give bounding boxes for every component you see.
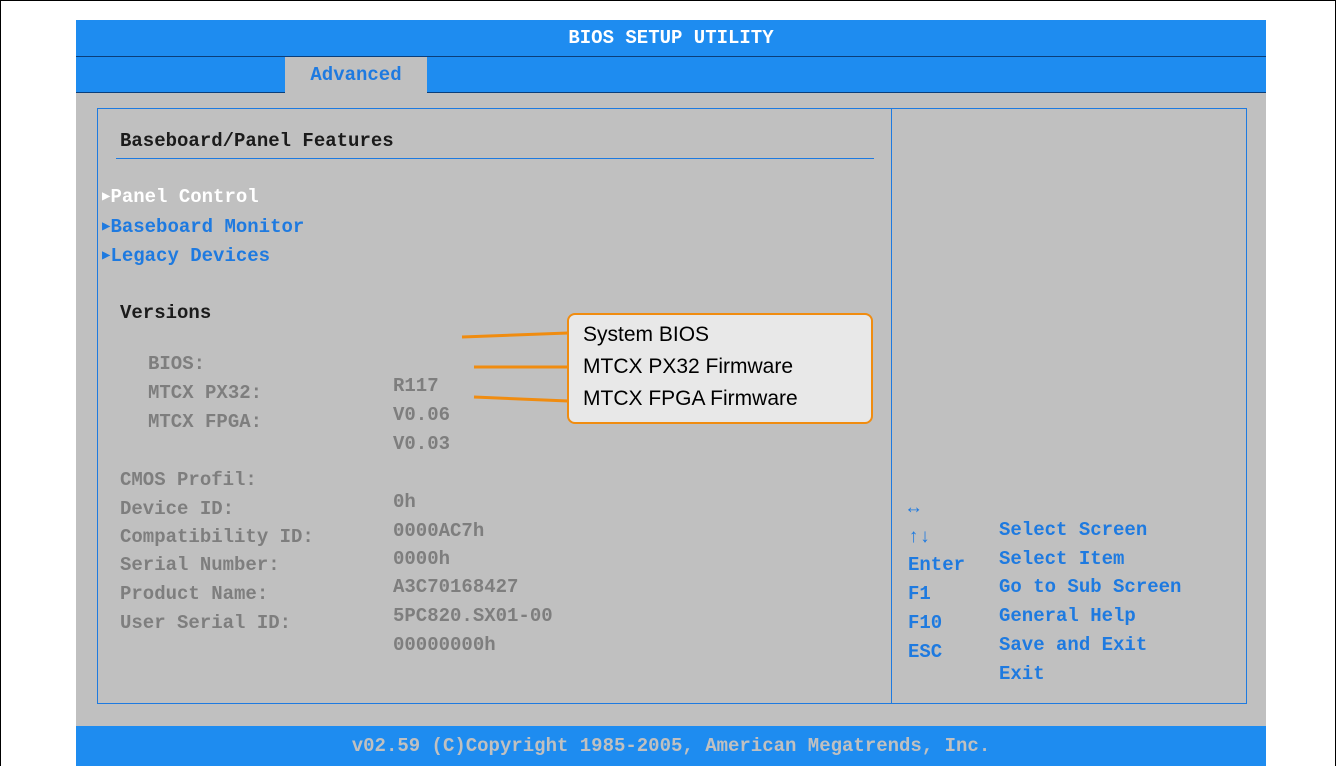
section-divider bbox=[116, 158, 874, 159]
copyright-footer: v02.59 (C)Copyright 1985-2005, American … bbox=[76, 726, 1266, 766]
versions-heading: Versions bbox=[120, 302, 212, 324]
info-label: User Serial ID: bbox=[120, 612, 292, 634]
version-value: V0.06 bbox=[393, 404, 451, 426]
help-action: Select Screen bbox=[999, 519, 1148, 541]
menu-item-label: Baseboard Monitor bbox=[110, 216, 305, 238]
menu-item-label: Panel Control bbox=[110, 186, 259, 208]
callout-line-fpga: MTCX FPGA Firmware bbox=[583, 387, 798, 410]
tab-bar: Advanced bbox=[76, 56, 1266, 93]
info-value: 0h bbox=[393, 491, 416, 513]
info-value: 0000h bbox=[393, 548, 451, 570]
help-action: Select Item bbox=[999, 548, 1125, 570]
menu-item-legacy-devices[interactable]: ▶Legacy Devices bbox=[102, 245, 270, 267]
window-title: BIOS SETUP UTILITY bbox=[76, 20, 1266, 56]
tab-advanced[interactable]: Advanced bbox=[285, 57, 427, 93]
info-row-user-serial-id: User Serial ID: 00000000h bbox=[120, 590, 496, 678]
section-title: Baseboard/Panel Features bbox=[120, 130, 394, 152]
menu-item-baseboard-monitor[interactable]: ▶Baseboard Monitor bbox=[102, 216, 304, 238]
help-action: General Help bbox=[999, 605, 1136, 627]
version-value: R117 bbox=[393, 375, 439, 397]
help-action: Go to Sub Screen bbox=[999, 576, 1182, 598]
bios-screen: BIOS SETUP UTILITY Advanced Baseboard/Pa… bbox=[76, 20, 1266, 766]
help-action: Save and Exit bbox=[999, 634, 1148, 656]
firmware-callout: System BIOS MTCX PX32 Firmware MTCX FPGA… bbox=[567, 313, 873, 424]
callout-line-bios: System BIOS bbox=[583, 323, 710, 346]
help-esc: ESC Exit bbox=[908, 619, 1045, 707]
info-value: 00000000h bbox=[393, 634, 496, 656]
info-value: 5PC820.SX01-00 bbox=[393, 605, 553, 627]
info-value: 0000AC7h bbox=[393, 520, 485, 542]
info-value: A3C70168427 bbox=[393, 576, 519, 598]
menu-item-label: Legacy Devices bbox=[110, 245, 271, 267]
version-label: MTCX FPGA: bbox=[148, 411, 263, 433]
help-key: ESC bbox=[908, 641, 943, 663]
version-value: V0.03 bbox=[393, 433, 451, 455]
help-action: Exit bbox=[999, 663, 1045, 685]
callout-line-px32: MTCX PX32 Firmware bbox=[583, 355, 794, 378]
menu-item-panel-control[interactable]: ▶Panel Control bbox=[102, 186, 259, 208]
